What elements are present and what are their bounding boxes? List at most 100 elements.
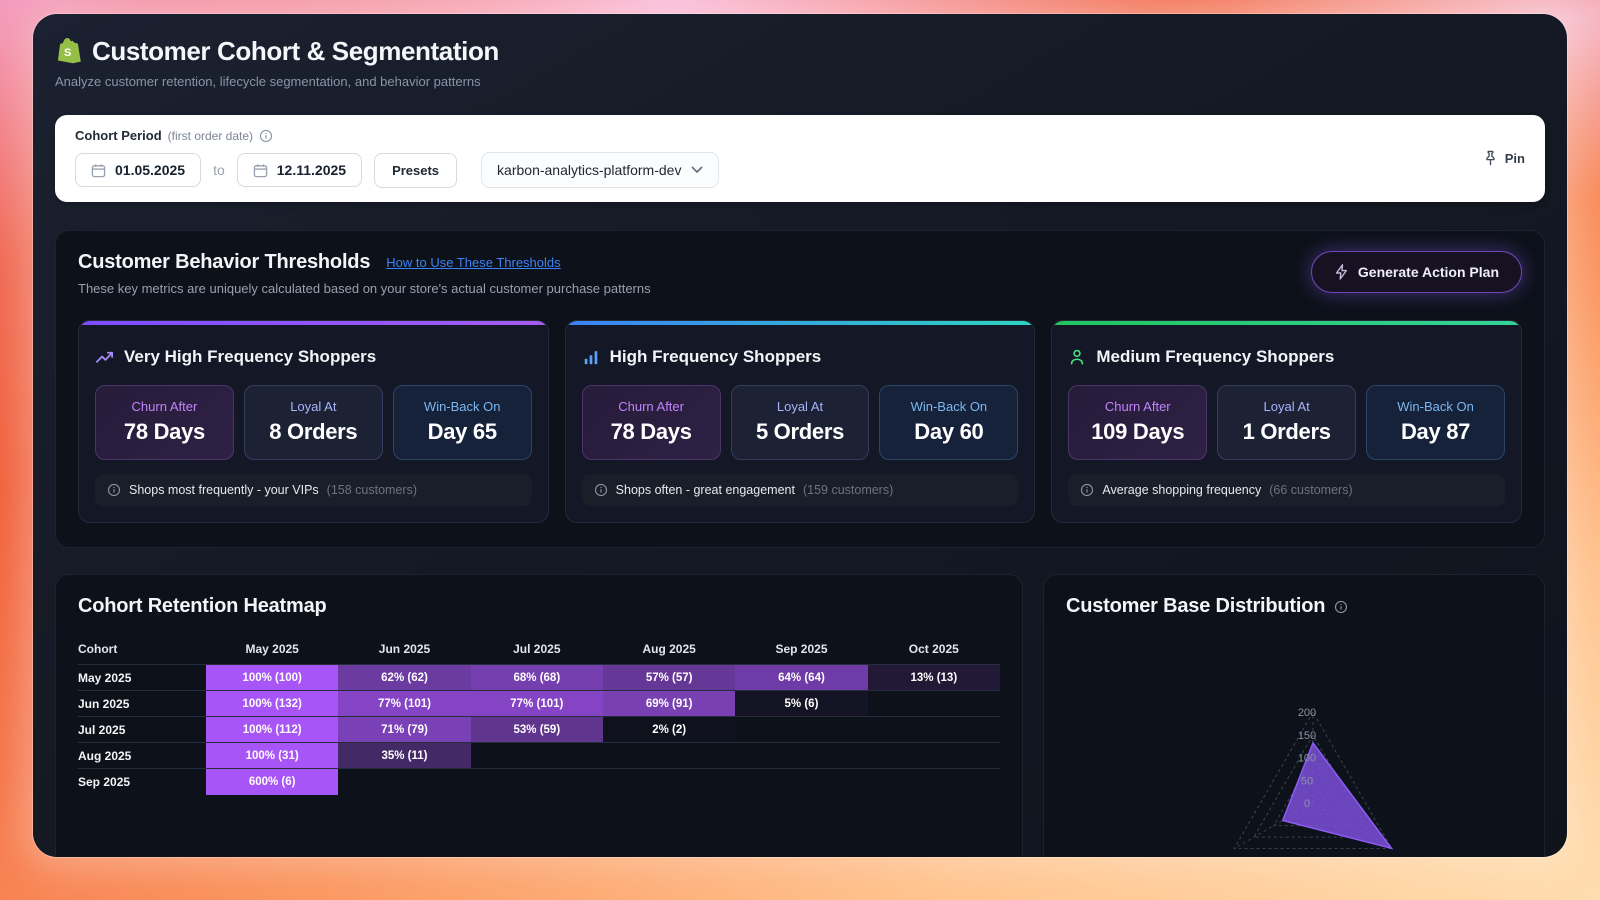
store-selector-value: karbon-analytics-platform-dev (497, 162, 681, 178)
heatmap-row: Jul 2025100% (112)71% (79)53% (59)2% (2) (78, 717, 1000, 743)
heatmap-row: Sep 2025600% (6) (78, 769, 1000, 795)
card-title: Medium Frequency Shoppers (1096, 347, 1334, 367)
heatmap-cell-empty (868, 743, 1000, 769)
card-note-count: (159 customers) (803, 483, 893, 497)
heatmap-row: May 2025100% (100)62% (62)68% (68)57% (5… (78, 665, 1000, 691)
heatmap-cell: 100% (31) (206, 743, 338, 769)
heatmap-cell-empty (735, 769, 867, 795)
info-icon[interactable] (1334, 600, 1348, 614)
heatmap-row: Jun 2025100% (132)77% (101)77% (101)69% … (78, 691, 1000, 717)
heatmap-cell: 2% (2) (603, 717, 735, 743)
heatmap-cell-empty (868, 691, 1000, 717)
radar-tick-label: 200 (1298, 707, 1316, 719)
pin-icon (1483, 150, 1498, 166)
heatmap-col-header: May 2025 (206, 636, 338, 665)
heatmap-cell: 53% (59) (471, 717, 603, 743)
card-note-count: (158 customers) (327, 483, 417, 497)
info-icon (594, 483, 608, 497)
pin-button[interactable]: Pin (1483, 150, 1525, 166)
stat-value: 78 Days (100, 419, 229, 445)
pin-label: Pin (1505, 151, 1525, 166)
heatmap-row-label: Sep 2025 (78, 769, 206, 795)
date-from-input[interactable]: 01.05.2025 (75, 153, 201, 187)
threshold-card-very-high-frequency: Very High Frequency Shoppers Churn After… (78, 320, 549, 523)
date-to-input[interactable]: 12.11.2025 (237, 153, 362, 187)
page-header: S Customer Cohort & Segmentation Analyze… (55, 36, 1545, 89)
radar-card: Customer Base Distribution 0501001502002… (1043, 574, 1545, 857)
card-accent-bar (1052, 321, 1521, 325)
stat-value: 1 Orders (1222, 419, 1351, 445)
stat-loyal-at: Loyal At 1 Orders (1217, 385, 1356, 460)
stat-label: Win-Back On (884, 399, 1013, 414)
customer-base-radar-chart: 050100150200247.0182.2347.8 (1066, 622, 1522, 857)
stat-value: Day 87 (1371, 419, 1500, 445)
stat-value: 78 Days (587, 419, 716, 445)
card-title: High Frequency Shoppers (610, 347, 822, 367)
cohort-period-hint: (first order date) (168, 129, 253, 143)
card-note: Shops often - great engagement (159 cust… (582, 474, 1019, 506)
thresholds-section: Customer Behavior Thresholds How to Use … (55, 230, 1545, 548)
stat-value: Day 65 (398, 419, 527, 445)
date-range-separator: to (213, 162, 225, 178)
heatmap-cell-empty (868, 769, 1000, 795)
generate-action-plan-button[interactable]: Generate Action Plan (1311, 251, 1522, 293)
stat-value: Day 60 (884, 419, 1013, 445)
heatmap-cell-empty (603, 743, 735, 769)
card-accent-bar (79, 321, 548, 325)
svg-text:S: S (64, 47, 71, 59)
stat-churn-after: Churn After 109 Days (1068, 385, 1207, 460)
card-note-text: Shops often - great engagement (616, 483, 795, 497)
stat-win-back: Win-Back On Day 87 (1366, 385, 1505, 460)
stat-win-back: Win-Back On Day 65 (393, 385, 532, 460)
heatmap-cell-empty (338, 769, 470, 795)
stat-value: 5 Orders (736, 419, 865, 445)
thresholds-help-link[interactable]: How to Use These Thresholds (386, 255, 560, 270)
heatmap-cell-empty (603, 769, 735, 795)
stat-value: 8 Orders (249, 419, 378, 445)
card-note-text: Average shopping frequency (1102, 483, 1261, 497)
heatmap-cell: 35% (11) (338, 743, 470, 769)
stat-win-back: Win-Back On Day 60 (879, 385, 1018, 460)
heatmap-cell: 57% (57) (603, 665, 735, 691)
heatmap-cell-empty (471, 769, 603, 795)
heatmap-col-header: Jul 2025 (471, 636, 603, 665)
page-subtitle: Analyze customer retention, lifecycle se… (55, 74, 1545, 89)
stat-loyal-at: Loyal At 8 Orders (244, 385, 383, 460)
stat-value: 109 Days (1073, 419, 1202, 445)
heatmap-cell-empty (471, 743, 603, 769)
store-selector-dropdown[interactable]: karbon-analytics-platform-dev (481, 152, 719, 188)
page-title: Customer Cohort & Segmentation (92, 36, 499, 67)
presets-button[interactable]: Presets (374, 153, 457, 188)
info-icon (1080, 483, 1094, 497)
heatmap-cell: 77% (101) (471, 691, 603, 717)
heatmap-cell: 68% (68) (471, 665, 603, 691)
stat-label: Win-Back On (1371, 399, 1500, 414)
heatmap-cell-empty (735, 717, 867, 743)
user-icon (1068, 348, 1086, 366)
cohort-period-toolbar: Cohort Period (first order date) 01.05.2… (55, 115, 1545, 202)
heatmap-title: Cohort Retention Heatmap (78, 595, 1000, 618)
threshold-card-high-frequency: High Frequency Shoppers Churn After 78 D… (565, 320, 1036, 523)
thresholds-description: These key metrics are uniquely calculate… (78, 281, 651, 296)
card-note: Average shopping frequency (66 customers… (1068, 474, 1505, 506)
heatmap-cell: 5% (6) (735, 691, 867, 717)
app-panel: S Customer Cohort & Segmentation Analyze… (33, 14, 1567, 857)
stat-label: Churn After (100, 399, 229, 414)
heatmap-cell: 600% (6) (206, 769, 338, 795)
cohort-period-label: Cohort Period (75, 128, 162, 143)
heatmap-cell-empty (868, 717, 1000, 743)
heatmap-col-header: Oct 2025 (868, 636, 1000, 665)
info-icon[interactable] (259, 129, 273, 143)
card-accent-bar (566, 321, 1035, 325)
heatmap-row-label: Aug 2025 (78, 743, 206, 769)
radar-title: Customer Base Distribution (1066, 595, 1325, 618)
heatmap-card: Cohort Retention Heatmap CohortMay 2025J… (55, 574, 1023, 857)
card-note-text: Shops most frequently - your VIPs (129, 483, 319, 497)
radar-tick-label: 150 (1298, 730, 1316, 742)
radar-tick-label: 0 (1304, 798, 1310, 810)
heatmap-cell: 100% (100) (206, 665, 338, 691)
stat-label: Loyal At (249, 399, 378, 414)
trending-up-icon (95, 348, 114, 367)
heatmap-row-label: Jul 2025 (78, 717, 206, 743)
heatmap-cell: 100% (132) (206, 691, 338, 717)
